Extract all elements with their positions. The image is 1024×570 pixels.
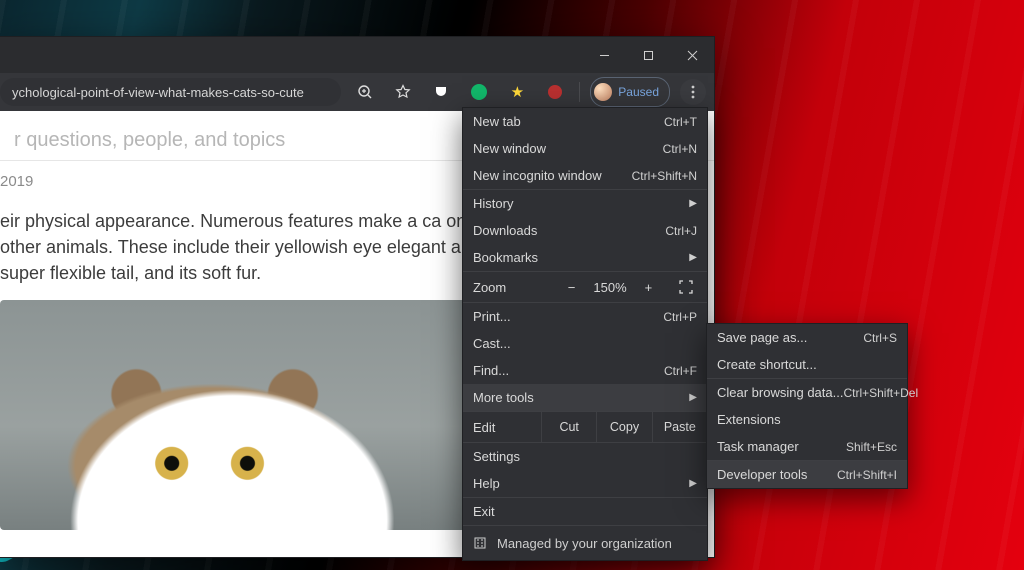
address-bar[interactable]: ychological-point-of-view-what-makes-cat… — [0, 78, 341, 106]
submenu-create-shortcut[interactable]: Create shortcut... — [707, 351, 907, 378]
menu-edit: Edit Cut Copy Paste — [463, 412, 707, 442]
menu-managed-notice[interactable]: Managed by your organization — [463, 526, 707, 560]
edit-copy-button[interactable]: Copy — [596, 412, 651, 442]
menu-downloads[interactable]: DownloadsCtrl+J — [463, 217, 707, 244]
menu-zoom: Zoom − 150% + — [463, 272, 707, 302]
zoom-indicator-icon[interactable] — [351, 78, 379, 106]
article-image-cat — [0, 300, 505, 530]
fullscreen-button[interactable] — [679, 280, 707, 294]
chevron-right-icon: ▶ — [689, 478, 697, 489]
menu-help[interactable]: Help▶ — [463, 470, 707, 497]
submenu-task-manager[interactable]: Task managerShift+Esc — [707, 433, 907, 460]
menu-settings[interactable]: Settings — [463, 443, 707, 470]
submenu-clear-browsing[interactable]: Clear browsing data...Ctrl+Shift+Del — [707, 379, 907, 406]
chrome-menu-button[interactable] — [680, 79, 706, 105]
bookmark-star-icon[interactable] — [389, 78, 417, 106]
menu-new-tab[interactable]: New tabCtrl+T — [463, 108, 707, 135]
profile-chip[interactable]: Paused — [590, 77, 670, 107]
extension-grammarly-icon[interactable] — [465, 78, 493, 106]
organization-icon — [473, 536, 487, 550]
chrome-main-menu: New tabCtrl+T New windowCtrl+N New incog… — [462, 107, 708, 561]
window-close-button[interactable] — [670, 37, 714, 73]
edit-cut-button[interactable]: Cut — [541, 412, 596, 442]
browser-toolbar: ychological-point-of-view-what-makes-cat… — [0, 73, 714, 111]
submenu-save-page[interactable]: Save page as...Ctrl+S — [707, 324, 907, 351]
edit-label: Edit — [463, 420, 541, 435]
avatar — [594, 83, 612, 101]
menu-history[interactable]: History▶ — [463, 190, 707, 217]
submenu-developer-tools[interactable]: Developer toolsCtrl+Shift+I — [707, 461, 907, 488]
zoom-in-button[interactable]: + — [645, 280, 653, 295]
extension-star-icon[interactable]: ★ — [503, 78, 531, 106]
menu-new-window[interactable]: New windowCtrl+N — [463, 135, 707, 162]
article-body: eir physical appearance. Numerous featur… — [0, 208, 500, 286]
menu-exit[interactable]: Exit — [463, 498, 707, 525]
window-maximize-button[interactable] — [626, 37, 670, 73]
zoom-out-button[interactable]: − — [568, 280, 576, 295]
toolbar-divider — [579, 82, 580, 102]
edit-paste-button[interactable]: Paste — [652, 412, 707, 442]
zoom-value: 150% — [593, 280, 626, 295]
chevron-right-icon: ▶ — [689, 198, 697, 209]
window-minimize-button[interactable] — [582, 37, 626, 73]
chevron-right-icon: ▶ — [689, 392, 697, 403]
chevron-right-icon: ▶ — [689, 252, 697, 263]
more-tools-submenu: Save page as...Ctrl+S Create shortcut...… — [706, 323, 908, 489]
menu-bookmarks[interactable]: Bookmarks▶ — [463, 244, 707, 271]
window-titlebar — [0, 37, 714, 73]
menu-cast[interactable]: Cast... — [463, 330, 707, 357]
profile-status: Paused — [618, 85, 659, 99]
submenu-extensions[interactable]: Extensions — [707, 406, 907, 433]
extension-pocket-icon[interactable] — [427, 78, 455, 106]
menu-find[interactable]: Find...Ctrl+F — [463, 357, 707, 384]
extension-record-icon[interactable] — [541, 78, 569, 106]
menu-print[interactable]: Print...Ctrl+P — [463, 303, 707, 330]
menu-new-incognito[interactable]: New incognito windowCtrl+Shift+N — [463, 162, 707, 189]
zoom-label: Zoom — [463, 280, 541, 295]
menu-more-tools[interactable]: More tools▶ — [463, 384, 707, 411]
managed-label: Managed by your organization — [497, 536, 672, 551]
